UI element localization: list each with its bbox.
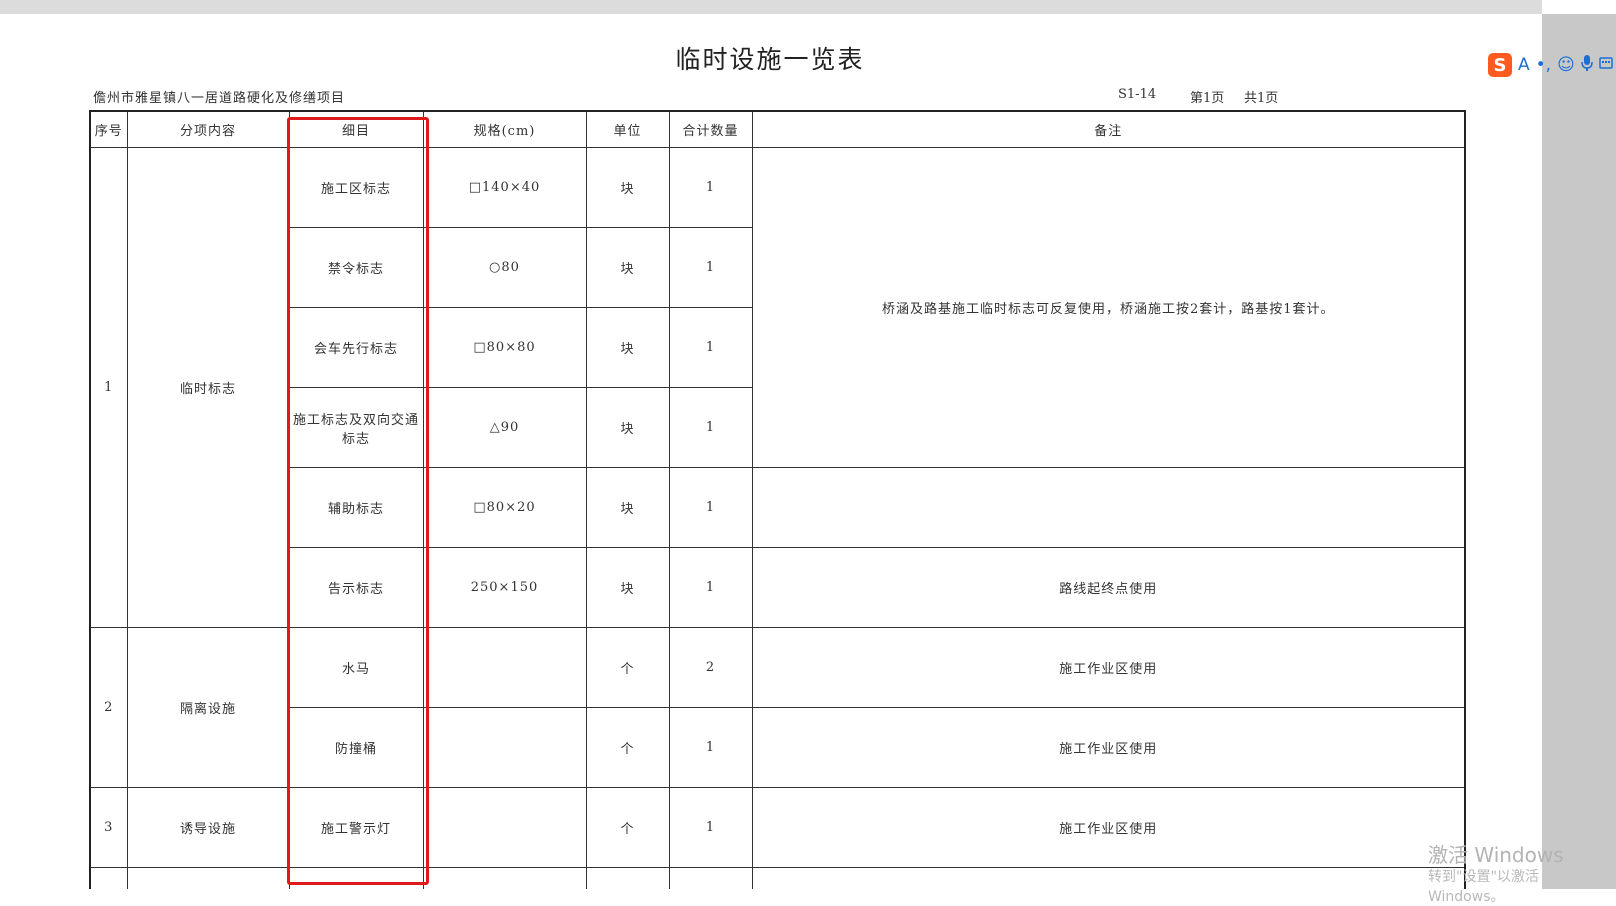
- table-row: 防撞桶 个 1 施工作业区使用: [90, 707, 1466, 788]
- remark-cell: 施工作业区使用: [751, 627, 1466, 708]
- header-item: 细目: [288, 110, 424, 148]
- font-a-icon[interactable]: A: [1518, 55, 1530, 75]
- empty-cell: [89, 867, 128, 889]
- qty-cell: 1: [668, 147, 753, 228]
- header-category: 分项内容: [126, 110, 290, 148]
- spec-cell: △90: [422, 387, 587, 468]
- empty-cell: [126, 867, 290, 889]
- unit-cell: 块: [585, 147, 670, 228]
- spec-cell: [422, 707, 587, 788]
- empty-cell: [422, 867, 587, 889]
- item-cell: 告示标志: [288, 547, 424, 628]
- microphone-icon[interactable]: [1581, 54, 1593, 77]
- header-spec: 规格(cm): [422, 110, 587, 148]
- header-remark: 备注: [751, 110, 1466, 148]
- spec-cell: ○80: [422, 227, 587, 308]
- group-category: 隔离设施: [126, 627, 290, 788]
- page-total: 共1页: [1244, 91, 1279, 106]
- empty-cell: [288, 867, 424, 889]
- table-row: 告示标志 250×150 块 1 路线起终点使用: [90, 547, 1466, 628]
- windows-activation-watermark: 激活 Windows: [1428, 843, 1564, 867]
- table-row: [89, 867, 1466, 889]
- document-page: 临时设施一览表 儋州市雅星镇八一居道路硬化及修缮项目 S1-14 第1页 共1页…: [0, 14, 1542, 889]
- group-no: 3: [89, 787, 128, 868]
- unit-cell: 块: [585, 547, 670, 628]
- empty-cell: [668, 867, 753, 889]
- spec-cell: □80×20: [422, 467, 587, 548]
- facility-table: 序号 分项内容 细目 规格(cm) 单位 合计数量 备注 1 临时标志 施工区标…: [89, 110, 1466, 889]
- page-number: 第1页: [1190, 91, 1225, 106]
- spec-cell: 250×150: [422, 547, 587, 628]
- unit-cell: 块: [585, 227, 670, 308]
- punctuation-icon[interactable]: •,: [1536, 55, 1551, 75]
- qty-cell: 1: [668, 307, 753, 388]
- header-qty: 合计数量: [668, 110, 753, 148]
- remark-cell: 施工作业区使用: [751, 707, 1466, 788]
- table-row: 1 临时标志 施工区标志 □140×40 块 1 桥涵及路基施工临时标志可反复使…: [89, 147, 1466, 628]
- table-row: 辅助标志 □80×20 块 1: [90, 467, 1466, 548]
- qty-cell: 1: [668, 467, 753, 548]
- qty-cell: 1: [668, 547, 753, 628]
- unit-cell: 个: [585, 627, 670, 708]
- item-cell: 禁令标志: [288, 227, 424, 308]
- ime-toolbar[interactable]: S A •, ☺: [1488, 52, 1613, 78]
- table-header-row: 序号 分项内容 细目 规格(cm) 单位 合计数量 备注: [89, 110, 1466, 148]
- unit-cell: 块: [585, 467, 670, 548]
- unit-cell: 块: [585, 387, 670, 468]
- group-no: 1: [89, 147, 128, 628]
- qty-cell: 1: [668, 387, 753, 468]
- qty-cell: 1: [668, 707, 753, 788]
- table-row: 2 隔离设施 水马 个 2 施工作业区使用: [89, 627, 1466, 788]
- remark-cell: [751, 467, 1466, 548]
- viewer-right-gutter: [1542, 14, 1616, 889]
- unit-cell: 个: [585, 787, 670, 868]
- keyboard-icon[interactable]: [1599, 55, 1613, 75]
- qty-cell: 1: [668, 787, 753, 868]
- emoji-icon[interactable]: ☺: [1557, 55, 1575, 75]
- group-category: 诱导设施: [126, 787, 290, 868]
- project-name: 儋州市雅星镇八一居道路硬化及修缮项目: [93, 91, 346, 106]
- remark-cell: 施工作业区使用: [751, 787, 1466, 868]
- sheet-code: S1-14: [1118, 87, 1157, 102]
- table-row: 3 诱导设施 施工警示灯 个 1 施工作业区使用: [89, 787, 1466, 868]
- group-no: 2: [89, 627, 128, 788]
- item-cell: 施工标志及双向交通标志: [288, 387, 424, 468]
- qty-cell: 1: [668, 227, 753, 308]
- item-cell: 施工区标志: [288, 147, 424, 228]
- group-category: 临时标志: [126, 147, 290, 628]
- unit-cell: 个: [585, 707, 670, 788]
- item-cell: 会车先行标志: [288, 307, 424, 388]
- windows-activation-hint: 转到"设置"以激活 Windows。: [1428, 869, 1539, 905]
- item-cell: 防撞桶: [288, 707, 424, 788]
- spec-cell: □80×80: [422, 307, 587, 388]
- spec-cell: [422, 787, 587, 868]
- document-title: 临时设施一览表: [675, 45, 865, 74]
- empty-cell: [751, 867, 1466, 889]
- viewer-top-strip: [0, 0, 1542, 14]
- spec-cell: [422, 627, 587, 708]
- remark-cell: 路线起终点使用: [751, 547, 1466, 628]
- spec-cell: □140×40: [422, 147, 587, 228]
- merged-remark-cell: 桥涵及路基施工临时标志可反复使用，桥涵施工按2套计，路基按1套计。: [751, 147, 1466, 468]
- empty-cell: [585, 867, 670, 889]
- header-unit: 单位: [585, 110, 670, 148]
- item-cell: 水马: [288, 627, 424, 708]
- item-cell: 施工警示灯: [288, 787, 424, 868]
- qty-cell: 2: [668, 627, 753, 708]
- item-cell: 辅助标志: [288, 467, 424, 548]
- unit-cell: 块: [585, 307, 670, 388]
- sogou-logo-icon[interactable]: S: [1488, 53, 1512, 77]
- header-no: 序号: [89, 110, 128, 148]
